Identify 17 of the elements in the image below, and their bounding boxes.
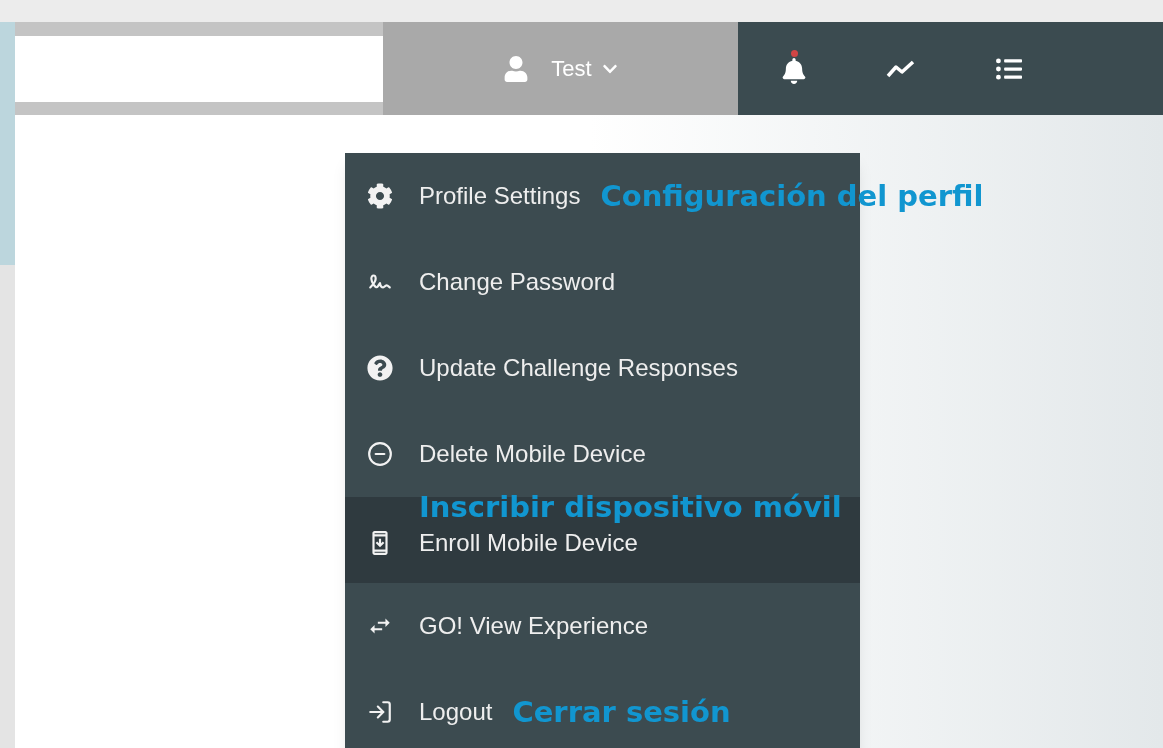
menu-item[interactable]: Profile Settings xyxy=(367,174,581,218)
gear-icon xyxy=(367,183,393,209)
minus-circle-icon xyxy=(367,441,393,467)
trend-line-icon[interactable] xyxy=(886,58,916,79)
list-icon[interactable] xyxy=(994,55,1024,82)
menu-item[interactable]: Logout xyxy=(367,690,493,734)
annotation: Inscribir dispositivo móvil xyxy=(419,493,842,522)
menu-item[interactable]: Update Challenge Responses xyxy=(367,346,738,390)
menu-item[interactable]: Change Password xyxy=(367,260,616,304)
search-field[interactable] xyxy=(15,35,383,102)
menu-item[interactable]: Delete Mobile Device xyxy=(367,432,646,476)
annotation: Cerrar sesión xyxy=(512,697,731,727)
user-icon xyxy=(503,55,530,82)
bell-icon[interactable] xyxy=(782,53,808,84)
question-icon xyxy=(367,355,393,381)
menu-item[interactable]: GO! View Experience xyxy=(367,604,648,648)
logout-icon xyxy=(367,699,393,725)
